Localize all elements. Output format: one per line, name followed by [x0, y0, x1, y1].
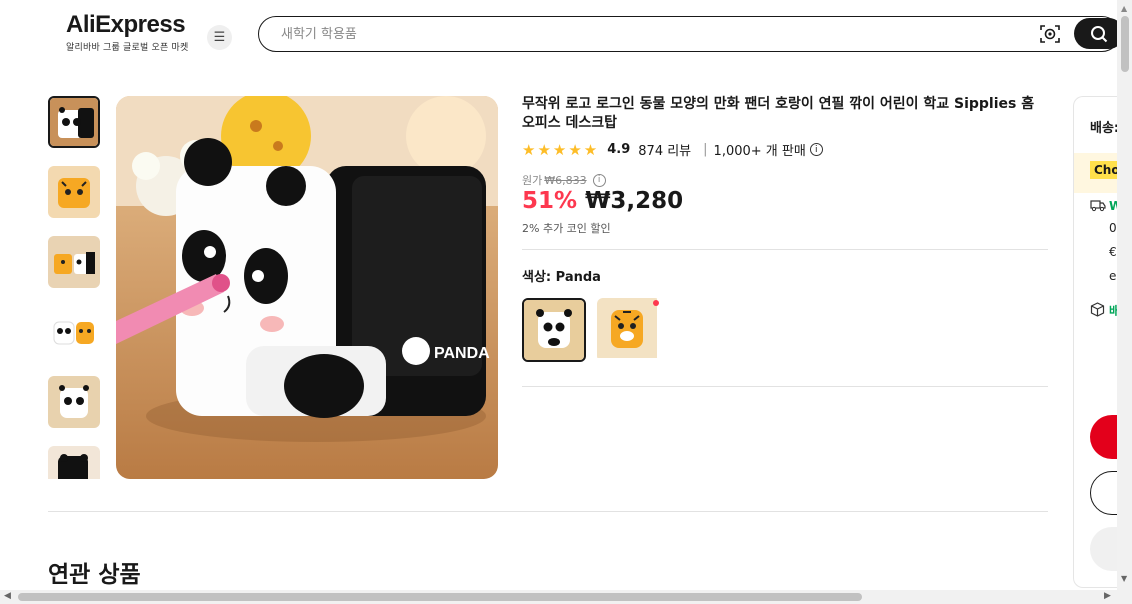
search-input[interactable] [281, 23, 1021, 45]
thumbnail-panda-black[interactable] [48, 446, 100, 479]
logo-wordmark: AliExpress [66, 11, 186, 38]
shipping-title: 배송: [1090, 121, 1120, 136]
package-icon [1090, 302, 1105, 321]
divider [48, 511, 1048, 512]
separator: | [703, 142, 708, 157]
info-icon[interactable]: i [592, 173, 606, 187]
aliexpress-logo[interactable]: AliExpress 알리바바 그룹 글로벌 오픈 마켓 [66, 11, 189, 54]
divider [522, 249, 1048, 250]
hamburger-icon[interactable]: ☰ [207, 25, 232, 50]
rating-score: 4.9 [607, 142, 631, 157]
thumbnail-pair-white[interactable] [48, 306, 100, 358]
color-swatches [522, 298, 661, 362]
color-label: 색상: Panda [522, 270, 601, 285]
review-count[interactable]: 874 리뷰 [638, 140, 691, 159]
thumbnail-panda-main[interactable] [48, 96, 100, 148]
thumbnail-panda-front[interactable] [48, 376, 100, 428]
scroll-left-icon[interactable]: ◀ [4, 591, 11, 601]
price-row: 51% ₩3,280 [522, 188, 683, 214]
shipping-line: e [1109, 269, 1117, 283]
camera-search-icon[interactable] [1039, 23, 1061, 45]
truck-icon [1090, 197, 1106, 216]
divider [522, 386, 1048, 387]
sale-price: ₩3,280 [585, 188, 684, 214]
sold-count: 1,000+ 개 판매 [713, 144, 806, 159]
vertical-scrollbar[interactable]: ▲ ▼ [1117, 0, 1132, 590]
scroll-right-icon[interactable]: ▶ [1104, 591, 1111, 601]
thumbnail-both[interactable] [48, 236, 100, 288]
search-icon [1091, 25, 1108, 42]
new-dot [653, 300, 659, 306]
info-icon[interactable]: i [809, 143, 823, 156]
search-bar [258, 16, 1124, 52]
scroll-thumb[interactable] [1121, 16, 1129, 72]
original-price-label: 원가 [522, 174, 543, 187]
original-price-row: 원가 ₩6,833 i [522, 172, 606, 188]
shipping-line: 0 [1109, 221, 1117, 235]
related-products-title: 연관 상품 [48, 562, 141, 588]
thumbnail-tiger[interactable] [48, 166, 100, 218]
coin-discount: 2% 추가 코인 할인 [522, 222, 611, 235]
thumbnail-list [48, 96, 102, 479]
scroll-thumb[interactable] [18, 593, 862, 601]
swatch-tiger[interactable] [597, 298, 661, 362]
shipping-line: € [1109, 245, 1117, 259]
product-title: 무작위 로고 로그인 동물 모양의 만화 팬더 호랑이 연필 깎이 어린이 학교… [522, 96, 1035, 131]
scroll-up-icon[interactable]: ▲ [1121, 4, 1127, 13]
scroll-down-icon[interactable]: ▼ [1121, 574, 1127, 583]
logo-subtitle: 알리바바 그룹 글로벌 오픈 마켓 [66, 43, 189, 53]
rating-stars: ★★★★★ [522, 140, 600, 159]
original-price: ₩6,833 [544, 173, 587, 187]
rating-row: ★★★★★ 4.9 874 리뷰 | 1,000+ 개 판매 i [522, 140, 823, 159]
svg-text:PANDA: PANDA [434, 345, 490, 362]
main-product-image[interactable]: PANDA [116, 96, 498, 479]
discount-percent: 51% [522, 188, 578, 214]
swatch-panda[interactable] [522, 298, 586, 362]
horizontal-scrollbar[interactable]: ◀ ▶ [0, 590, 1132, 604]
